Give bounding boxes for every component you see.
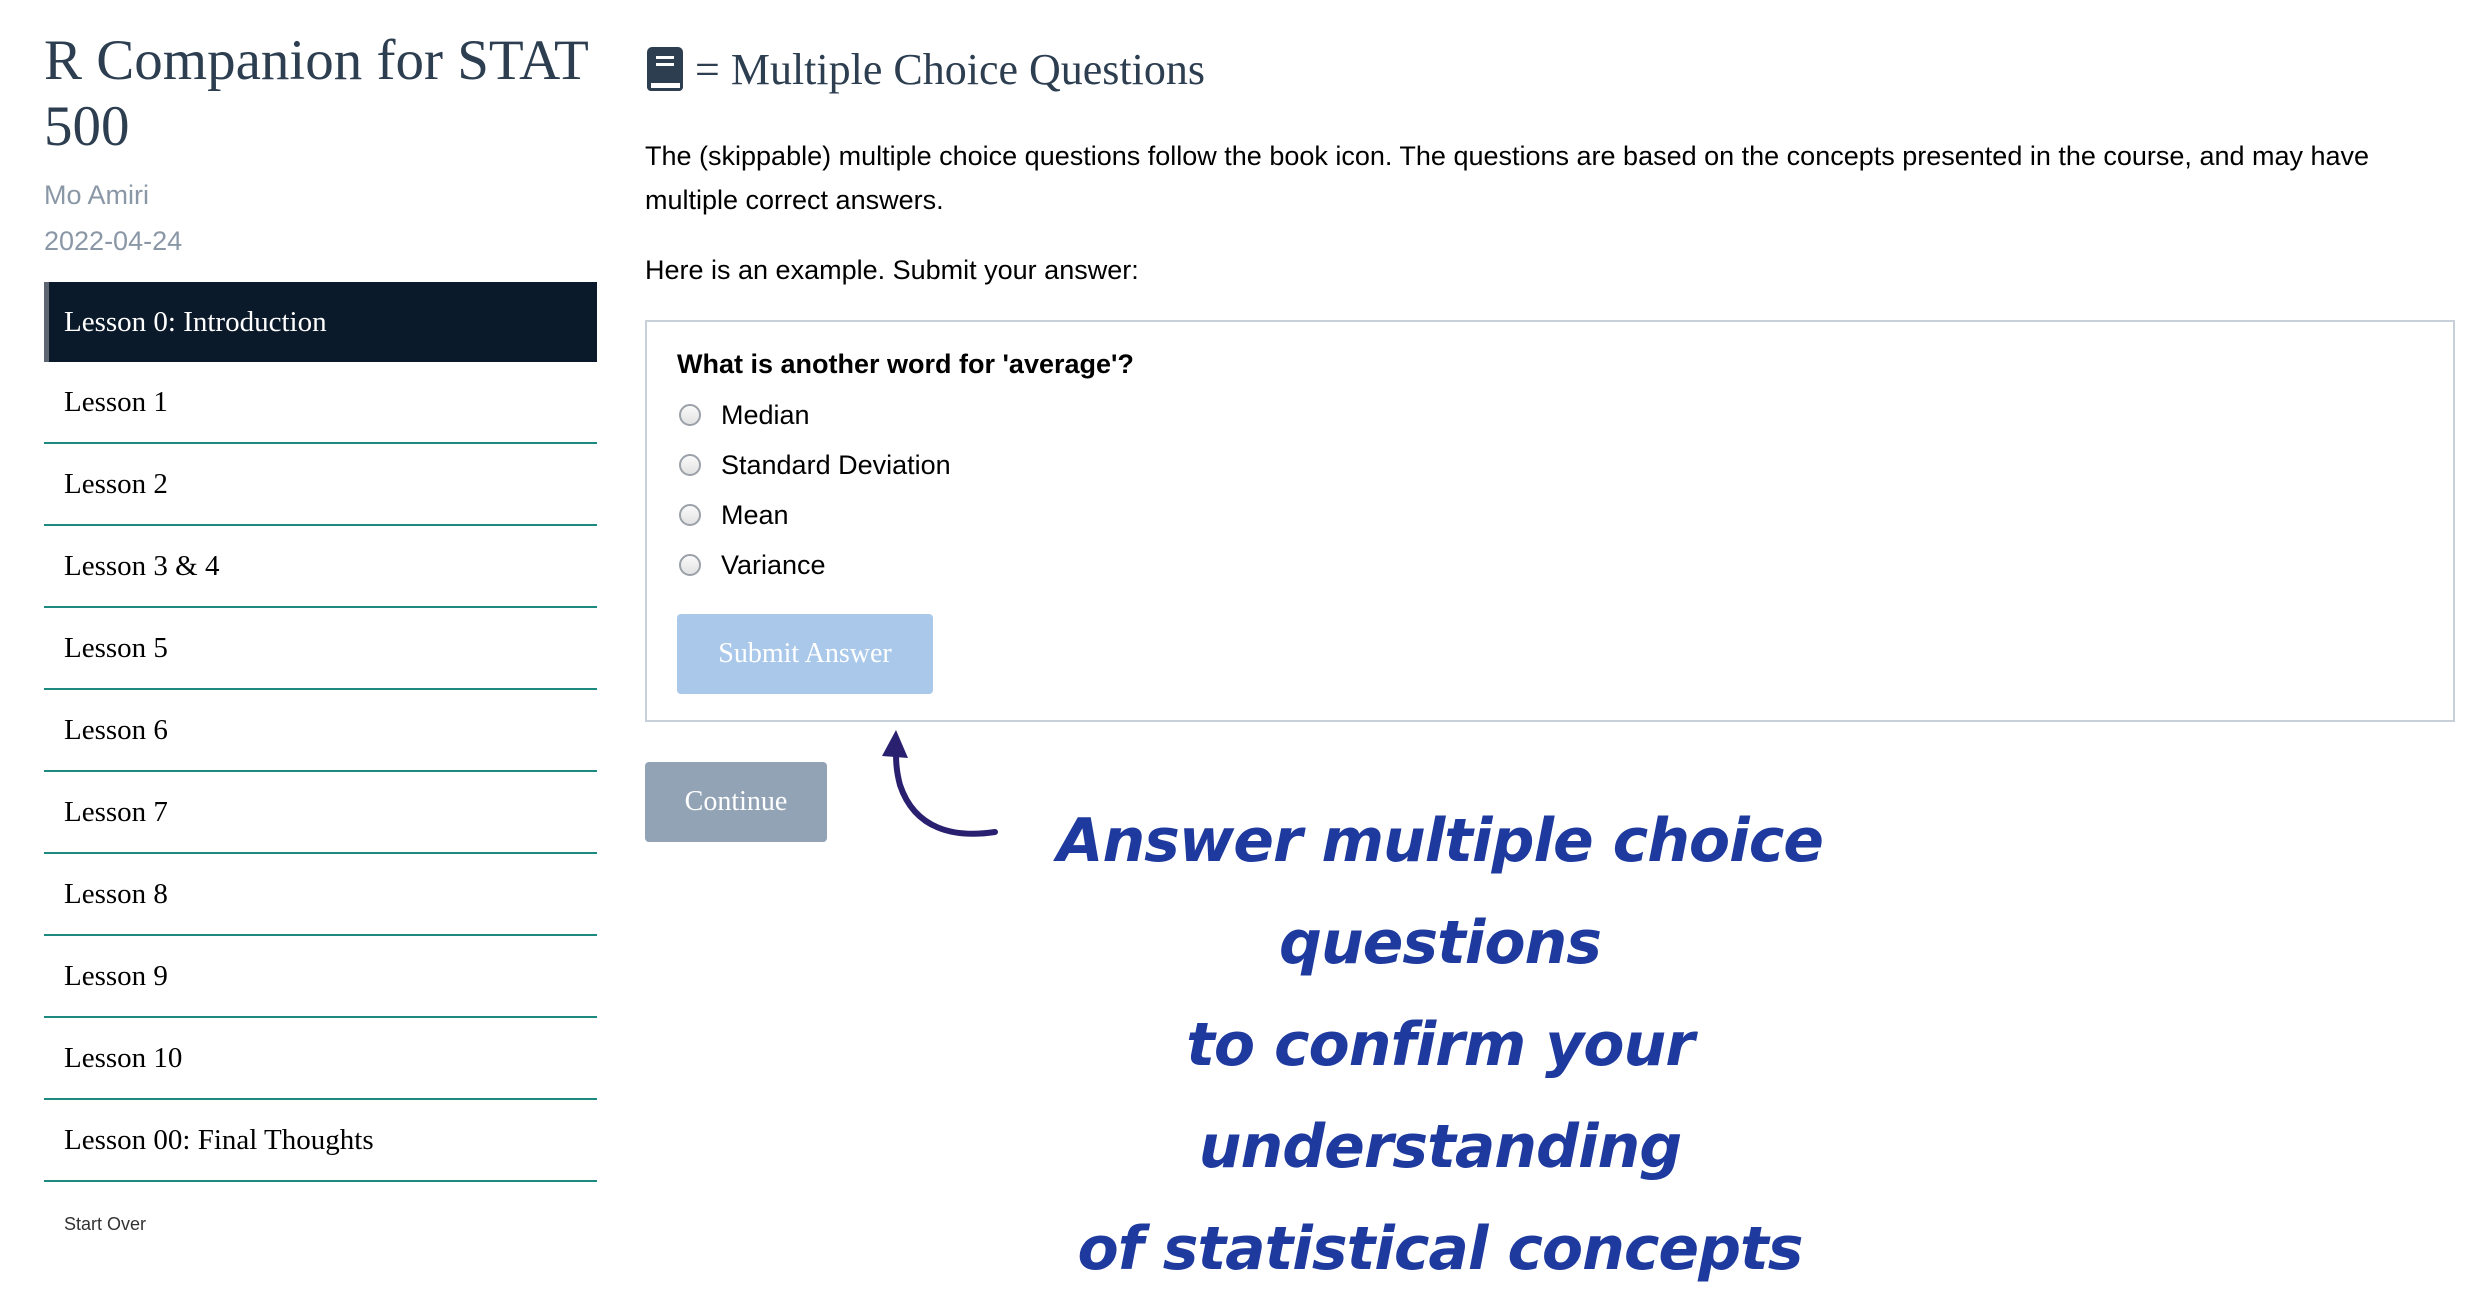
option-label: Mean	[721, 499, 789, 530]
quiz-question: What is another word for 'average'?	[677, 349, 1134, 379]
quiz-panel: What is another word for 'average'? Medi…	[645, 320, 2455, 722]
lesson-list: Lesson 0: Introduction Lesson 1 Lesson 2…	[44, 282, 597, 1182]
publish-date: 2022-04-24	[44, 226, 183, 256]
submit-answer-button[interactable]: Submit Answer	[677, 614, 933, 694]
radio-button[interactable]	[679, 454, 701, 476]
intro-paragraph: The (skippable) multiple choice question…	[645, 141, 2370, 215]
sidebar-item-lesson-00[interactable]: Lesson 00: Final Thoughts	[44, 1100, 597, 1182]
course-title: R Companion for STAT 500	[44, 29, 588, 158]
option-label: Standard Deviation	[721, 449, 951, 480]
sidebar-item-lesson-6[interactable]: Lesson 6	[44, 690, 597, 772]
quiz-options: Median Standard Deviation Mean Variance	[677, 390, 2423, 590]
sidebar-item-lesson-9[interactable]: Lesson 9	[44, 936, 597, 1018]
prompt-paragraph: Here is an example. Submit your answer:	[645, 255, 1139, 285]
sidebar-item-lesson-1[interactable]: Lesson 1	[44, 362, 597, 444]
section-header: = Multiple Choice Questions	[645, 40, 2460, 98]
option-label: Median	[721, 399, 810, 430]
annotation-line: of statistical concepts	[1077, 1214, 1804, 1284]
sidebar-item-lesson-10[interactable]: Lesson 10	[44, 1018, 597, 1100]
book-icon	[645, 45, 685, 93]
option-variance[interactable]: Variance	[677, 540, 2423, 590]
sidebar-item-lesson-0[interactable]: Lesson 0: Introduction	[44, 282, 597, 362]
option-label: Variance	[721, 549, 826, 580]
continue-button[interactable]: Continue	[645, 762, 827, 842]
author: Mo Amiri	[44, 180, 150, 210]
annotation-line: Answer multiple choice questions	[1057, 806, 1824, 978]
section-title: = Multiple Choice Questions	[695, 44, 1205, 94]
radio-button[interactable]	[679, 404, 701, 426]
start-over-link[interactable]: Start Over	[44, 1214, 597, 1235]
radio-button[interactable]	[679, 504, 701, 526]
sidebar-item-lesson-3-4[interactable]: Lesson 3 & 4	[44, 526, 597, 608]
option-mean[interactable]: Mean	[677, 490, 2423, 540]
sidebar: R Companion for STAT 500 Mo Amiri 2022-0…	[44, 28, 597, 1235]
annotation-callout: Answer multiple choice questions to conf…	[980, 790, 1900, 1300]
option-median[interactable]: Median	[677, 390, 2423, 440]
sidebar-item-lesson-7[interactable]: Lesson 7	[44, 772, 597, 854]
radio-button[interactable]	[679, 554, 701, 576]
sidebar-item-lesson-5[interactable]: Lesson 5	[44, 608, 597, 690]
annotation-line: to confirm your understanding	[1186, 1010, 1695, 1182]
sidebar-item-lesson-8[interactable]: Lesson 8	[44, 854, 597, 936]
option-standard-deviation[interactable]: Standard Deviation	[677, 440, 2423, 490]
sidebar-item-lesson-2[interactable]: Lesson 2	[44, 444, 597, 526]
